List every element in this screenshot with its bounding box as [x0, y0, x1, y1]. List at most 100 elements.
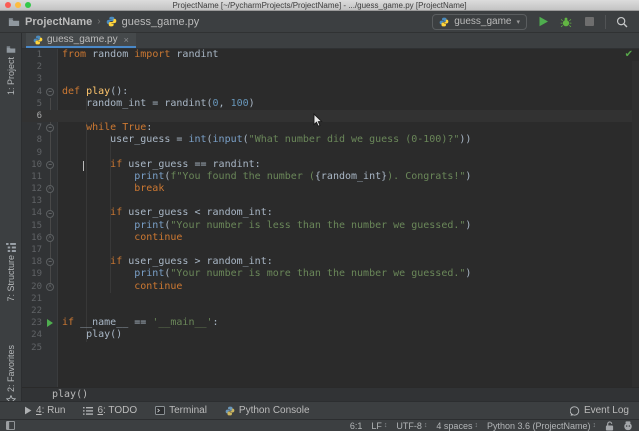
code-line-text[interactable]	[58, 110, 639, 122]
search-everywhere-button[interactable]	[615, 15, 629, 29]
editor-line[interactable]: 3	[22, 73, 639, 85]
status-line-ending[interactable]: LF ↕	[371, 421, 387, 431]
tab-guess-game[interactable]: guess_game.py ×	[26, 33, 136, 48]
run-button[interactable]	[536, 15, 550, 29]
code-line-text[interactable]: if __name__ == '__main__':	[58, 317, 639, 329]
toolwindow-todo[interactable]: 6: TODO	[83, 405, 137, 416]
code-line-text[interactable]	[58, 342, 639, 354]
event-log-button[interactable]: Event Log	[569, 405, 629, 416]
code-line-text[interactable]: continue	[58, 232, 639, 244]
code-line-text[interactable]: if user_guess == randint:	[58, 159, 639, 171]
line-number[interactable]: 19	[22, 268, 42, 280]
line-number[interactable]: 2	[22, 61, 42, 73]
editor-line[interactable]: 15 print("Your number is less than the n…	[22, 220, 639, 232]
editor-line[interactable]: 21	[22, 293, 639, 305]
editor-line[interactable]: 14− if user_guess < random_int:	[22, 207, 639, 219]
fold-icon[interactable]: −	[46, 209, 54, 218]
line-number[interactable]: 14	[22, 207, 42, 219]
sidebar-item-favorites[interactable]: 2: Favorites	[0, 345, 22, 405]
fold-icon[interactable]: −	[46, 87, 54, 96]
code-line-text[interactable]: continue	[58, 281, 639, 293]
code-line-text[interactable]	[58, 244, 639, 256]
code-line-text[interactable]	[58, 195, 639, 207]
stop-button[interactable]	[582, 15, 596, 29]
line-number[interactable]: 8	[22, 134, 42, 146]
status-encoding[interactable]: UTF-8 ↕	[396, 421, 427, 431]
editor-line[interactable]: 12 ˄ break	[22, 183, 639, 195]
editor-line[interactable]: 19 print("Your number is more than the n…	[22, 268, 639, 280]
line-number[interactable]: 11	[22, 171, 42, 183]
code-line-text[interactable]: break	[58, 183, 639, 195]
fold-icon[interactable]: ˄	[46, 185, 54, 194]
toolwindow-terminal[interactable]: Terminal	[155, 405, 207, 416]
toolwindow-run[interactable]: 4: Run	[24, 405, 65, 416]
editor-line[interactable]: 5 random_int = randint(0, 100)	[22, 98, 639, 110]
code-line-text[interactable]: if user_guess < random_int:	[58, 207, 639, 219]
editor-line[interactable]: 25	[22, 342, 639, 354]
code-line-text[interactable]: play()	[58, 329, 639, 341]
breadcrumb-project[interactable]: ProjectName	[25, 16, 92, 28]
line-number[interactable]: 23	[22, 317, 42, 329]
code-editor[interactable]: 1 from random import randint 2 3 4− def play(…	[22, 49, 639, 387]
sidebar-item-project[interactable]: 1: Project	[0, 45, 22, 95]
code-line-text[interactable]	[58, 305, 639, 317]
editor-line[interactable]: 4− def play():	[22, 86, 639, 98]
line-number[interactable]: 16	[22, 232, 42, 244]
code-line-text[interactable]: def play():	[58, 86, 639, 98]
code-line-text[interactable]: print("Your number is more than the numb…	[58, 268, 639, 280]
editor-line[interactable]: 2	[22, 61, 639, 73]
editor-line[interactable]: 10− if user_guess == randint:	[22, 159, 639, 171]
code-line-text[interactable]	[58, 293, 639, 305]
status-caret-position[interactable]: 6:1	[350, 421, 363, 431]
status-interpreter[interactable]: Python 3.6 (ProjectName) ↕	[487, 421, 596, 431]
lock-icon[interactable]	[605, 420, 614, 431]
editor-line[interactable]: 20 ˄ continue	[22, 281, 639, 293]
line-number[interactable]: 3	[22, 73, 42, 85]
line-number[interactable]: 24	[22, 329, 42, 341]
fold-icon[interactable]: −	[46, 124, 54, 133]
editor-line[interactable]: 6	[22, 109, 639, 123]
line-number[interactable]: 5	[22, 98, 42, 110]
status-indent[interactable]: 4 spaces ↕	[436, 421, 478, 431]
line-number[interactable]: 17	[22, 244, 42, 256]
line-number[interactable]: 15	[22, 220, 42, 232]
editor-line[interactable]: 1 from random import randint	[22, 49, 639, 61]
code-line-text[interactable]: from random import randint	[58, 49, 639, 61]
debug-button[interactable]	[559, 15, 573, 29]
editor-line[interactable]: 22	[22, 305, 639, 317]
line-number[interactable]: 7	[22, 122, 42, 134]
editor-scrollbar[interactable]	[632, 61, 639, 387]
code-line-text[interactable]	[58, 147, 639, 159]
breadcrumb-file[interactable]: guess_game.py	[122, 16, 200, 28]
line-number[interactable]: 13	[22, 195, 42, 207]
run-configuration-select[interactable]: guess_game ▾	[432, 13, 527, 30]
fold-icon[interactable]: −	[46, 258, 54, 267]
editor-line[interactable]: 17	[22, 244, 639, 256]
code-line-text[interactable]	[58, 61, 639, 73]
fold-icon[interactable]: −	[46, 160, 54, 169]
line-number[interactable]: 18	[22, 256, 42, 268]
line-number[interactable]: 12	[22, 183, 42, 195]
line-number[interactable]: 22	[22, 305, 42, 317]
code-line-text[interactable]: print(f"You found the number ({random_in…	[58, 171, 639, 183]
line-number[interactable]: 10	[22, 159, 42, 171]
code-line-text[interactable]: user_guess = int(input("What number did …	[58, 134, 639, 146]
line-number[interactable]: 6	[22, 110, 42, 122]
editor-line[interactable]: 16 ˄ continue	[22, 232, 639, 244]
code-line-text[interactable]: random_int = randint(0, 100)	[58, 98, 639, 110]
toolwindow-python-console[interactable]: Python Console	[225, 405, 310, 416]
editor-line[interactable]: 11 print(f"You found the number ({random…	[22, 171, 639, 183]
editor-line[interactable]: 9	[22, 147, 639, 159]
fold-icon[interactable]: ˄	[46, 282, 54, 291]
editor-breadcrumb[interactable]: play()	[22, 387, 639, 401]
line-number[interactable]: 25	[22, 342, 42, 354]
line-number[interactable]: 9	[22, 147, 42, 159]
editor-line[interactable]: 8 user_guess = int(input("What number di…	[22, 134, 639, 146]
line-number[interactable]: 21	[22, 293, 42, 305]
editor-line[interactable]: 13	[22, 195, 639, 207]
sidebar-item-structure[interactable]: 7: Structure	[0, 243, 22, 302]
editor-line[interactable]: 24 play()	[22, 329, 639, 341]
code-line-text[interactable]: if user_guess > random_int:	[58, 256, 639, 268]
code-line-text[interactable]	[58, 73, 639, 85]
editor-line[interactable]: 18− if user_guess > random_int:	[22, 256, 639, 268]
